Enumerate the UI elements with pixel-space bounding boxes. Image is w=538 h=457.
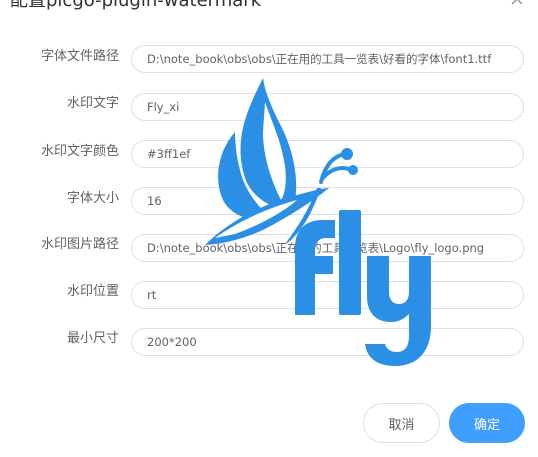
position-input[interactable] (131, 281, 524, 309)
plugin-config-dialog: 配置picgo-plugin-watermark 字体文件路径 水印文字 水印文… (0, 0, 538, 457)
form-row-text-color: 水印文字颜色 (0, 140, 538, 170)
text-color-input[interactable] (131, 140, 524, 168)
font-path-label: 字体文件路径 (40, 49, 119, 64)
dialog-title: 配置picgo-plugin-watermark (10, 0, 262, 11)
close-icon[interactable] (510, 0, 524, 6)
min-size-input[interactable] (131, 328, 524, 356)
min-size-label: 最小尺寸 (66, 331, 119, 346)
form-row-font-path: 字体文件路径 (0, 45, 538, 75)
image-path-label: 水印图片路径 (40, 237, 119, 252)
watermark-text-input[interactable] (131, 93, 524, 121)
confirm-button[interactable]: 确定 (449, 403, 525, 443)
watermark-text-label: 水印文字 (66, 96, 119, 111)
font-size-label: 字体大小 (66, 191, 119, 206)
form-row-min-size: 最小尺寸 (0, 328, 538, 358)
form-row-image-path: 水印图片路径 (0, 234, 538, 264)
text-color-label: 水印文字颜色 (40, 144, 119, 159)
font-path-input[interactable] (131, 45, 524, 73)
form-row-watermark-text: 水印文字 (0, 93, 538, 123)
position-label: 水印位置 (66, 284, 119, 299)
cancel-button[interactable]: 取消 (363, 403, 440, 443)
font-size-input[interactable] (131, 187, 524, 215)
form-row-font-size: 字体大小 (0, 187, 538, 217)
image-path-input[interactable] (131, 234, 524, 262)
form-row-position: 水印位置 (0, 281, 538, 311)
